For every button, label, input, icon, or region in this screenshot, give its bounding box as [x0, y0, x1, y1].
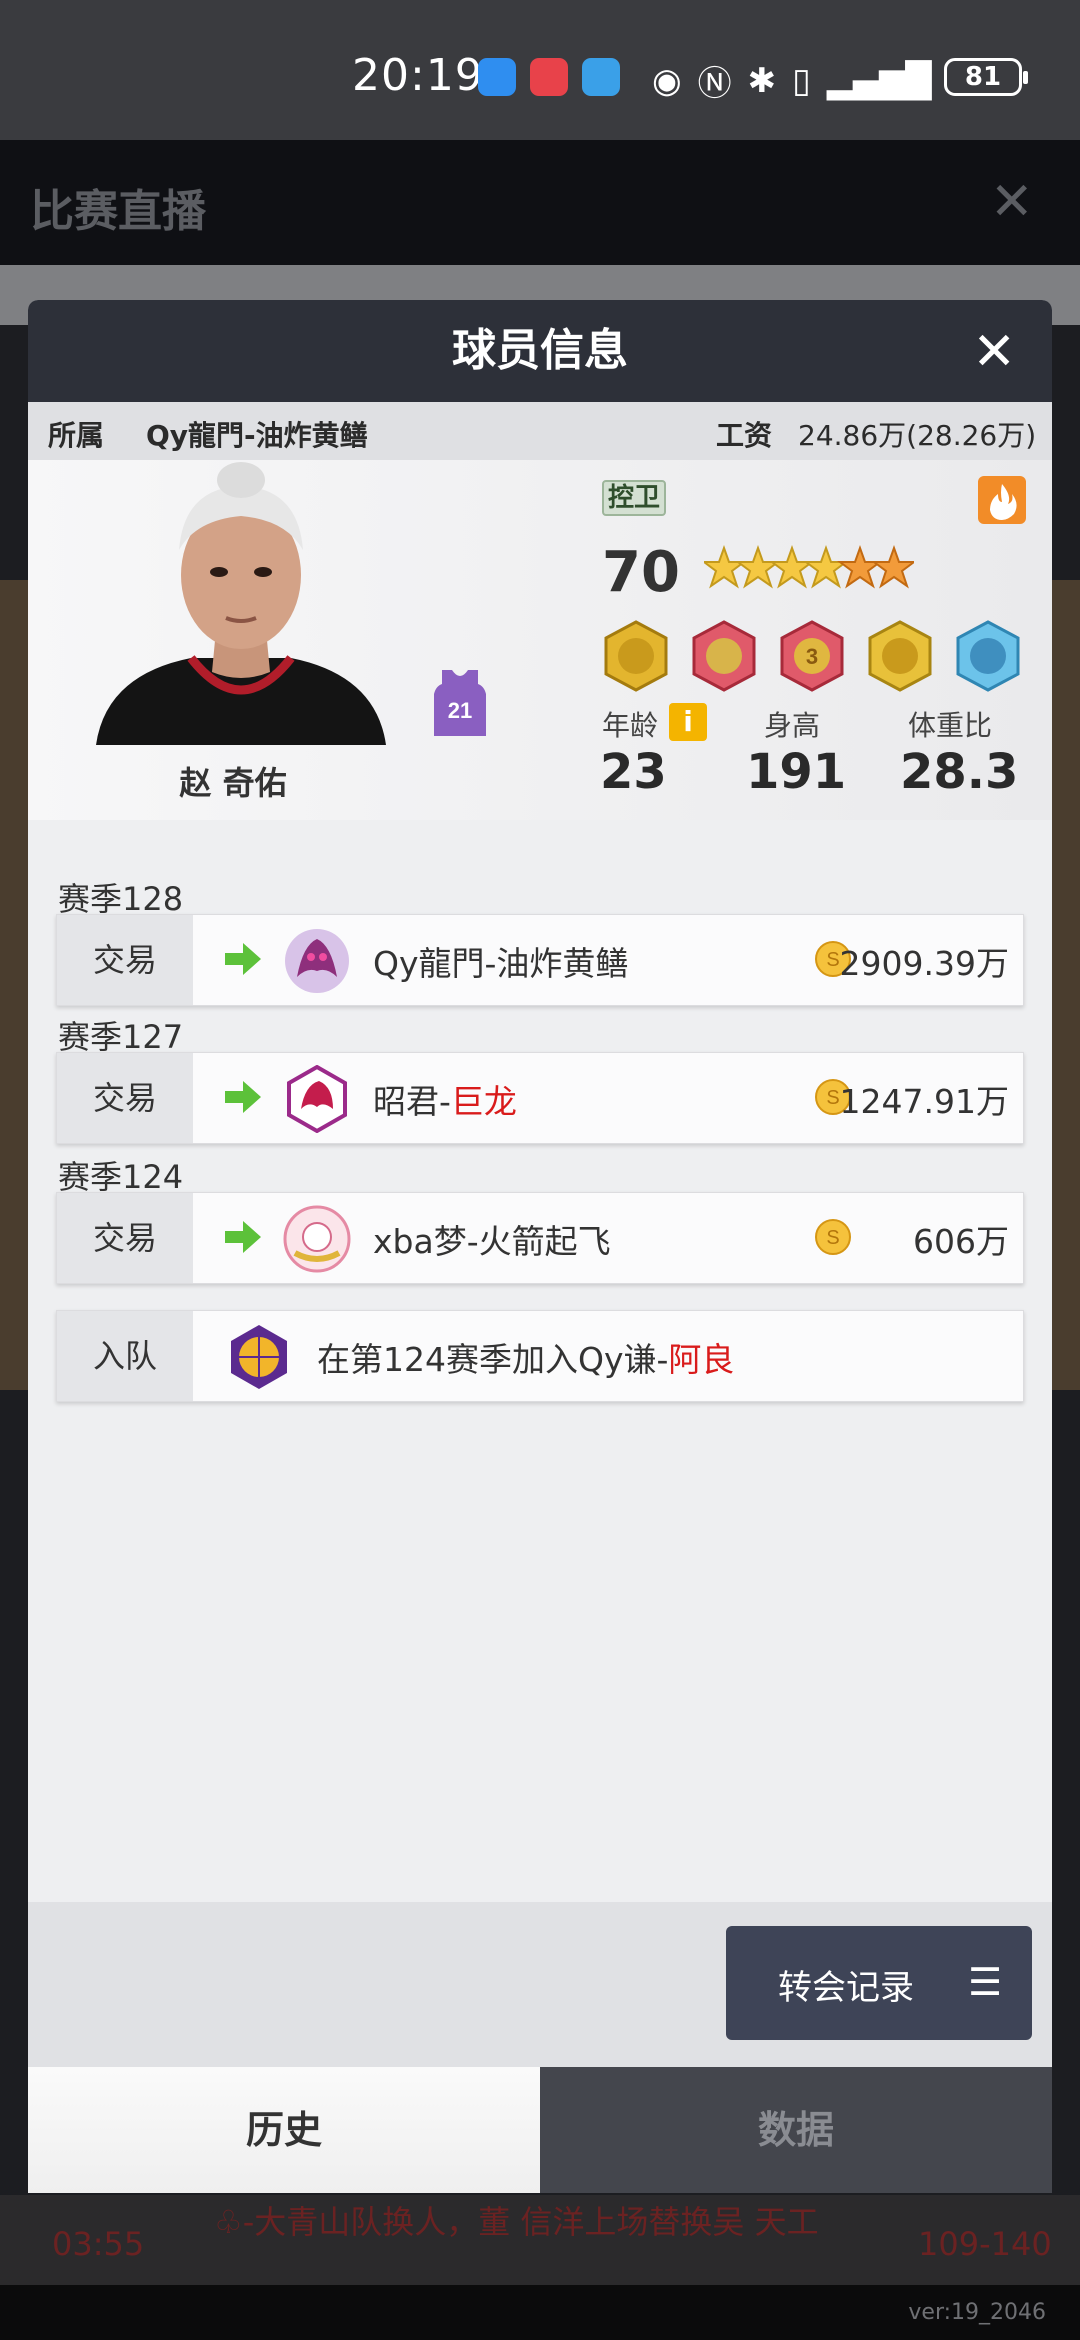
salary-value: 24.86万(28.26万)	[798, 419, 1037, 452]
battery-indicator: 81	[944, 58, 1028, 96]
close-icon[interactable]: ✕	[972, 322, 1016, 382]
height-label: 身高	[764, 709, 821, 742]
fire-icon[interactable]	[978, 476, 1026, 524]
record-type: 交易	[57, 915, 193, 1005]
green-arrow-icon	[225, 1081, 261, 1113]
team-name: xba梦-火箭起飞	[373, 1222, 611, 1261]
modal-header: 球员信息 ✕	[28, 300, 1052, 402]
coin-icon: S	[815, 1219, 851, 1255]
menu-icon: ☰	[968, 1960, 1003, 2004]
transfer-fee: 2909.39万	[839, 944, 1009, 983]
basketball-team-logo-icon	[231, 1325, 287, 1389]
green-arrow-icon	[225, 1221, 261, 1253]
age-label: 年龄	[602, 709, 659, 742]
skill-badge-icon-2[interactable]	[688, 620, 760, 692]
record-type: 入队	[57, 1311, 193, 1401]
svg-text:S: S	[826, 1227, 839, 1249]
record-type: 交易	[57, 1193, 193, 1283]
red-dragon-team-logo-icon	[287, 1065, 347, 1133]
skill-badge-icon-3[interactable]: 3	[776, 620, 848, 692]
player-portrait	[96, 462, 386, 745]
status-bar: 20:19 ◉ Ⓝ ✱ ▯ ▂▄▆█ 81	[0, 0, 1080, 140]
vibrate-icon: ▯	[792, 60, 811, 101]
salary-label: 工资	[716, 419, 773, 452]
background-play-feed: 03:55 ♧-大青山队换人，董 信洋上场替换吴 天工 109-140	[0, 2195, 1080, 2285]
player-name: 赵 奇佑	[179, 764, 287, 802]
star-rating	[704, 542, 914, 598]
transfer-record-row[interactable]: 交易 昭君-巨龙 S 1247.91万	[56, 1052, 1024, 1144]
star-icon	[704, 545, 849, 589]
dragon-team-logo-icon	[285, 929, 349, 993]
affiliation-team: Qy龍門-油炸黄鳝	[146, 419, 368, 452]
player-card: 赵 奇佑 21 控卫 70 3 年龄 i 身高 体重比 23 191 28.3	[28, 460, 1052, 820]
join-description: 在第124赛季加入Qy谦-阿良	[317, 1340, 735, 1379]
info-icon[interactable]: i	[669, 703, 707, 741]
huawei-app-icon	[530, 58, 568, 96]
feed-message: ♧-大青山队换人，董 信洋上场替换吴 天工	[214, 2203, 819, 2241]
weight-ratio-value: 28.3	[900, 744, 1019, 800]
transfer-record-button[interactable]: 转会记录 ☰	[726, 1926, 1032, 2040]
jersey-icon: 21	[434, 670, 486, 736]
transfer-record-row[interactable]: 交易 xba梦-火箭起飞 S 606万	[56, 1192, 1024, 1284]
team-name: 昭君-巨龙	[373, 1082, 517, 1121]
height-value: 191	[746, 744, 847, 800]
join-record-row[interactable]: 入队 在第124赛季加入Qy谦-阿良	[56, 1310, 1024, 1402]
skill-badge-icon-4[interactable]	[864, 620, 936, 692]
background-title: 比赛直播	[30, 186, 206, 237]
eye-icon: ◉	[652, 60, 682, 101]
skill-badge-icon-5[interactable]	[952, 620, 1024, 692]
overall-rating: 70	[602, 540, 680, 605]
rocket-team-logo-icon	[283, 1205, 351, 1273]
svg-text:3: 3	[806, 644, 818, 669]
green-arrow-icon	[225, 943, 261, 975]
tab-history[interactable]: 历史	[28, 2067, 540, 2193]
svg-text:21: 21	[448, 698, 472, 723]
app-notification-icon-1	[478, 58, 516, 96]
transfer-record-row[interactable]: 交易 Qy龍門-油炸黄鳝 S 2909.39万	[56, 914, 1024, 1006]
version-label: ver:19_2046	[908, 2300, 1046, 2325]
player-info-modal: 球员信息 ✕ 所属 Qy龍門-油炸黄鳝 工资 24.86万(28.26万) 赵 …	[28, 300, 1052, 2193]
bluetooth-icon: ✱	[747, 60, 777, 101]
transfer-fee: 606万	[913, 1222, 1009, 1261]
age-value: 23	[600, 744, 667, 800]
signal-icon: ▂▄▆█	[826, 60, 932, 101]
svg-text:S: S	[826, 1087, 839, 1109]
nfc-icon: Ⓝ	[697, 64, 732, 104]
feed-score: 109-140	[918, 2225, 1052, 2263]
weight-ratio-label: 体重比	[908, 709, 993, 742]
affiliation-label: 所属	[48, 419, 105, 452]
feed-time: 03:55	[52, 2225, 145, 2263]
svg-text:S: S	[826, 949, 839, 971]
skill-badge-icon-1[interactable]	[600, 620, 672, 692]
record-type: 交易	[57, 1053, 193, 1143]
position-badge: 控卫	[602, 480, 666, 516]
modal-title: 球员信息	[452, 325, 628, 376]
affiliation-strip: 所属 Qy龍門-油炸黄鳝 工资 24.86万(28.26万)	[28, 402, 1052, 460]
background-close-icon: ✕	[990, 172, 1034, 232]
clock: 20:19	[352, 50, 484, 101]
team-name: Qy龍門-油炸黄鳝	[373, 944, 629, 983]
transfer-record-label: 转会记录	[778, 1968, 914, 2008]
transfer-fee: 1247.91万	[839, 1082, 1009, 1121]
skill-badges: 3	[600, 620, 1024, 692]
app-notification-icon-2	[582, 58, 620, 96]
tab-stats[interactable]: 数据	[540, 2067, 1052, 2193]
